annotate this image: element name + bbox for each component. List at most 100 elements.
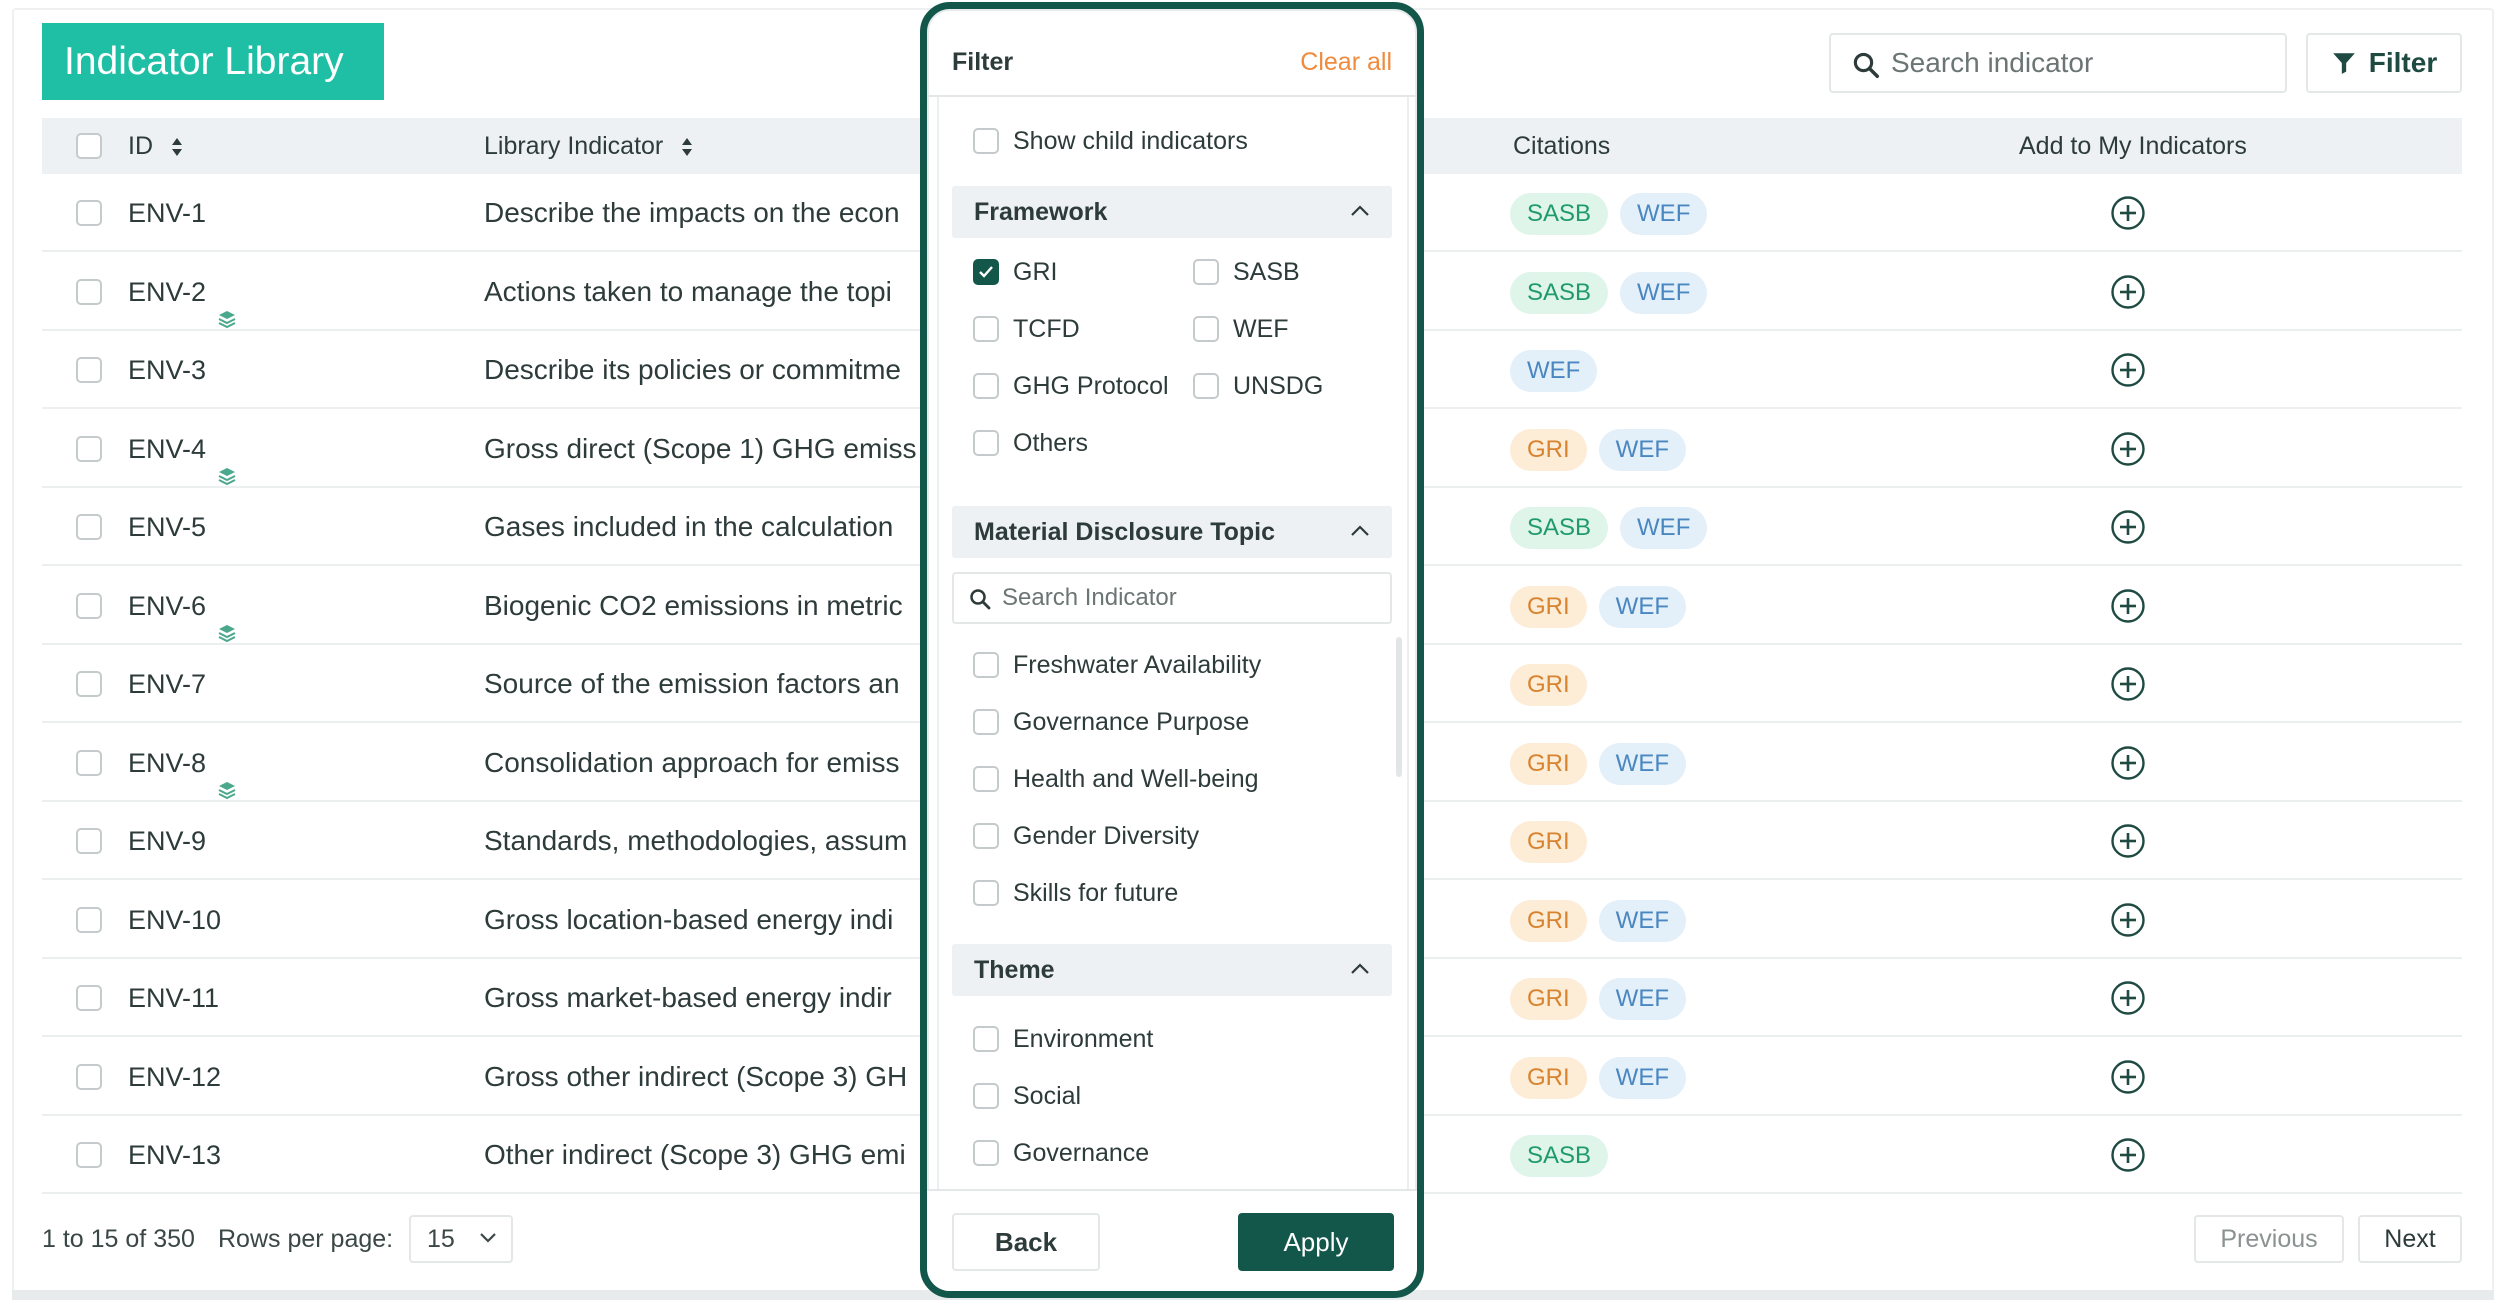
theme-section-header[interactable]: Theme bbox=[952, 944, 1392, 996]
filter-checkbox[interactable] bbox=[973, 880, 999, 906]
column-id-header[interactable]: ID bbox=[128, 118, 184, 174]
row-checkbox[interactable] bbox=[76, 906, 102, 933]
indicator-description[interactable]: Consolidation approach for emiss bbox=[484, 724, 964, 802]
indicator-description[interactable]: Source of the emission factors an bbox=[484, 645, 964, 723]
clear-all-link[interactable]: Clear all bbox=[1300, 27, 1392, 97]
row-checkbox[interactable] bbox=[76, 514, 102, 540]
filter-button[interactable]: Filter bbox=[2306, 33, 2462, 93]
row-checkbox[interactable] bbox=[76, 435, 102, 462]
add-indicator-icon[interactable] bbox=[2110, 980, 2146, 1016]
next-page-button[interactable]: Next bbox=[2358, 1215, 2462, 1263]
filter-checkbox[interactable] bbox=[973, 1140, 999, 1166]
search-indicator-box[interactable] bbox=[1829, 33, 2287, 93]
framework-section-header[interactable]: Framework bbox=[952, 186, 1392, 238]
filter-checkbox[interactable] bbox=[973, 766, 999, 792]
indicator-id: ENV-3 bbox=[128, 331, 206, 409]
show-child-checkbox[interactable] bbox=[973, 128, 999, 154]
framework-option[interactable]: GRI bbox=[973, 255, 1057, 289]
row-checkbox[interactable] bbox=[76, 357, 102, 383]
indicator-description[interactable]: Standards, methodologies, assum bbox=[484, 802, 964, 880]
add-indicator-icon[interactable] bbox=[2110, 431, 2146, 467]
theme-option[interactable]: Environment bbox=[973, 1022, 1153, 1056]
topic-option[interactable]: Gender Diversity bbox=[973, 819, 1199, 853]
previous-page-button[interactable]: Previous bbox=[2194, 1215, 2344, 1263]
topic-option[interactable]: Health and Well-being bbox=[973, 762, 1259, 796]
row-checkbox[interactable] bbox=[76, 1063, 102, 1090]
filter-checkbox[interactable] bbox=[1193, 373, 1219, 399]
rows-per-page-select[interactable]: 15 bbox=[409, 1215, 513, 1263]
theme-option[interactable]: Governance bbox=[973, 1136, 1149, 1170]
add-indicator-icon[interactable] bbox=[2110, 666, 2146, 702]
indicator-description[interactable]: Describe the impacts on the econ bbox=[484, 174, 964, 252]
add-indicator-icon[interactable] bbox=[2110, 274, 2146, 310]
add-indicator-icon[interactable] bbox=[2110, 1059, 2146, 1095]
row-checkbox[interactable] bbox=[76, 671, 102, 697]
filter-checkbox[interactable] bbox=[973, 373, 999, 399]
topic-option[interactable]: Freshwater Availability bbox=[973, 648, 1261, 682]
sort-icon[interactable] bbox=[170, 136, 184, 158]
add-indicator-icon[interactable] bbox=[2110, 1137, 2146, 1173]
topic-section-header[interactable]: Material Disclosure Topic bbox=[952, 506, 1392, 558]
filter-option-label: Skills for future bbox=[1013, 879, 1179, 907]
indicator-description[interactable]: Other indirect (Scope 3) GHG emi bbox=[484, 1116, 964, 1194]
filter-checkbox[interactable] bbox=[973, 259, 999, 285]
topic-list-scrollbar[interactable] bbox=[1396, 637, 1402, 777]
filter-button-label: Filter bbox=[2368, 47, 2438, 78]
framework-option[interactable]: GHG Protocol bbox=[973, 369, 1169, 403]
framework-option[interactable]: WEF bbox=[1193, 312, 1289, 346]
indicator-description[interactable]: Gases included in the calculation bbox=[484, 488, 964, 566]
topic-search-box[interactable] bbox=[952, 572, 1392, 624]
citation-tags: SASB WEF bbox=[1510, 193, 1708, 235]
back-button[interactable]: Back bbox=[952, 1213, 1100, 1271]
select-all-checkbox[interactable] bbox=[76, 133, 102, 159]
filter-checkbox[interactable] bbox=[1193, 316, 1219, 342]
row-checkbox[interactable] bbox=[76, 278, 102, 305]
indicator-description[interactable]: Biogenic CO2 emissions in metric bbox=[484, 567, 964, 645]
filter-checkbox[interactable] bbox=[973, 1083, 999, 1109]
filter-checkbox[interactable] bbox=[973, 316, 999, 342]
add-indicator-icon[interactable] bbox=[2110, 509, 2146, 545]
filter-checkbox[interactable] bbox=[973, 1026, 999, 1052]
filter-checkbox[interactable] bbox=[973, 709, 999, 735]
indicator-description[interactable]: Gross direct (Scope 1) GHG emiss bbox=[484, 410, 964, 488]
filter-checkbox[interactable] bbox=[973, 652, 999, 678]
topic-option[interactable]: Governance Purpose bbox=[973, 705, 1249, 739]
add-indicator-icon[interactable] bbox=[2110, 745, 2146, 781]
framework-option[interactable]: Others bbox=[973, 426, 1088, 460]
search-indicator-input[interactable] bbox=[1891, 43, 2271, 83]
row-checkbox[interactable] bbox=[76, 200, 102, 226]
filter-panel-header: Filter Clear all bbox=[927, 27, 1417, 97]
indicator-description[interactable]: Gross location-based energy indi bbox=[484, 881, 964, 959]
row-checkbox[interactable] bbox=[76, 1142, 102, 1168]
citation-tags: GRI WEF bbox=[1510, 978, 1686, 1020]
add-indicator-icon[interactable] bbox=[2110, 195, 2146, 231]
add-indicator-icon[interactable] bbox=[2110, 352, 2146, 388]
framework-option[interactable]: UNSDG bbox=[1193, 369, 1323, 403]
row-checkbox[interactable] bbox=[76, 592, 102, 619]
topic-option[interactable]: Skills for future bbox=[973, 876, 1178, 910]
indicator-description[interactable]: Actions taken to manage the topi bbox=[484, 253, 964, 331]
topic-search-input[interactable] bbox=[1002, 582, 1372, 614]
show-child-indicators-option[interactable]: Show child indicators bbox=[973, 124, 1248, 158]
add-indicator-icon[interactable] bbox=[2110, 588, 2146, 624]
add-indicator-icon[interactable] bbox=[2110, 902, 2146, 938]
sort-icon[interactable] bbox=[680, 136, 694, 158]
column-indicator-header[interactable]: Library Indicator bbox=[484, 118, 694, 174]
chevron-down-icon bbox=[480, 1233, 496, 1243]
apply-button[interactable]: Apply bbox=[1238, 1213, 1394, 1271]
filter-checkbox[interactable] bbox=[973, 430, 999, 456]
row-checkbox[interactable] bbox=[76, 828, 102, 854]
citation-tag: SASB bbox=[1510, 271, 1609, 314]
indicator-description[interactable]: Gross market-based energy indir bbox=[484, 959, 964, 1037]
add-indicator-icon[interactable] bbox=[2110, 823, 2146, 859]
indicator-description[interactable]: Describe its policies or commitme bbox=[484, 331, 964, 409]
indicator-description[interactable]: Gross other indirect (Scope 3) GH bbox=[484, 1038, 964, 1116]
row-checkbox[interactable] bbox=[76, 985, 102, 1011]
filter-checkbox[interactable] bbox=[1193, 259, 1219, 285]
framework-option[interactable]: SASB bbox=[1193, 255, 1300, 289]
row-checkbox[interactable] bbox=[76, 749, 102, 776]
theme-option[interactable]: Social bbox=[973, 1079, 1081, 1113]
framework-option[interactable]: TCFD bbox=[973, 312, 1080, 346]
filter-checkbox[interactable] bbox=[973, 823, 999, 849]
indicator-id-text: ENV-8 bbox=[128, 747, 207, 778]
